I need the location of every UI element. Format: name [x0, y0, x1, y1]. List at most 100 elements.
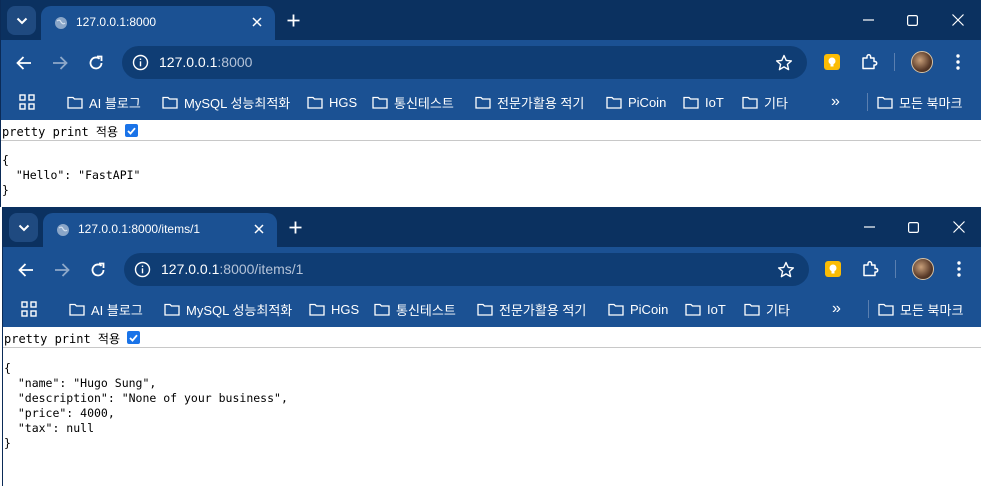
json-line: "Hello": "FastAPI" [2, 168, 141, 182]
json-response: { "Hello": "FastAPI"} [1, 141, 981, 198]
bookmark-label: PiCoin [628, 94, 667, 110]
bookmark-folder[interactable]: HGS [307, 93, 357, 111]
pretty-print-checkbox[interactable] [127, 331, 140, 344]
plus-icon [287, 14, 299, 26]
tab-close-button[interactable] [249, 14, 265, 30]
star-icon[interactable] [777, 261, 795, 279]
folder-icon [685, 303, 701, 316]
bookmark-folder[interactable]: IoT [683, 93, 724, 111]
json-line: "price": 4000, [4, 406, 115, 420]
reload-button[interactable] [85, 52, 107, 74]
json-line: { [4, 361, 11, 375]
address-bar[interactable]: 127.0.0.1:8000 [122, 46, 807, 79]
json-line: } [4, 436, 11, 450]
folder-icon [877, 96, 893, 109]
bookmarks-overflow-button[interactable]: » [831, 93, 840, 111]
navigation-toolbar: 127.0.0.1:8000/items/1 [3, 247, 981, 291]
minimize-button[interactable] [859, 217, 879, 237]
all-bookmarks-folder[interactable]: 모든 북마크 [878, 300, 963, 318]
maximize-button[interactable] [903, 217, 923, 237]
folder-icon [67, 96, 83, 109]
reload-icon [91, 262, 105, 277]
forward-button[interactable] [51, 259, 73, 281]
star-icon[interactable] [775, 54, 793, 72]
info-icon[interactable] [134, 261, 151, 278]
forward-button[interactable] [49, 52, 71, 74]
bookmarks-divider [868, 300, 869, 318]
bookmark-label: MySQL 성능최적화 [186, 302, 293, 318]
bookmark-folder[interactable]: 기타 [744, 300, 790, 318]
back-button[interactable] [15, 259, 37, 281]
more-vertical-icon [956, 54, 960, 70]
extensions-button[interactable] [859, 51, 879, 73]
close-window-button[interactable] [949, 217, 969, 237]
keep-extension-button[interactable] [823, 258, 843, 280]
bookmark-folder[interactable]: AI 블로그 [67, 93, 141, 111]
bookmark-folder[interactable]: 통신테스트 [374, 300, 456, 318]
bookmarks-overflow-button[interactable]: » [832, 300, 841, 318]
bookmark-label: 기타 [764, 95, 788, 111]
bookmark-folder[interactable]: PiCoin [608, 300, 668, 318]
tab-active[interactable]: 127.0.0.1:8000/items/1 [43, 213, 277, 247]
bookmark-label: 통신테스트 [396, 302, 456, 318]
new-tab-button[interactable] [286, 218, 304, 236]
keep-extension-button[interactable] [822, 51, 842, 73]
folder-icon [374, 303, 390, 316]
json-line: "description": "None of your business", [4, 391, 288, 405]
bookmark-label: 전문가활용 적기 [497, 95, 585, 111]
bookmark-label: AI 블로그 [89, 95, 141, 111]
tab-active[interactable]: 127.0.0.1:8000 [41, 6, 275, 40]
bookmark-folder[interactable]: 기타 [742, 93, 788, 111]
bookmark-folder[interactable]: IoT [685, 300, 726, 318]
chrome-menu-button[interactable] [948, 51, 968, 73]
bookmark-folder[interactable]: MySQL 성능최적화 [162, 93, 290, 111]
tab-search-button[interactable] [7, 6, 36, 35]
arrow-right-icon [53, 56, 68, 70]
json-line: "tax": null [4, 421, 95, 435]
all-bookmarks-folder[interactable]: 모든 북마크 [877, 93, 962, 111]
back-button[interactable] [13, 52, 35, 74]
toolbar-divider [894, 53, 895, 71]
folder-icon [309, 303, 325, 316]
profile-avatar[interactable] [911, 51, 933, 73]
extensions-button[interactable] [860, 258, 880, 280]
bookmark-folder[interactable]: PiCoin [606, 93, 666, 111]
tab-search-button[interactable] [9, 213, 38, 242]
apps-button[interactable] [21, 300, 37, 318]
bookmarks-divider [867, 93, 868, 111]
url-path: :8000 [217, 54, 253, 70]
bookmark-folder[interactable]: AI 블로그 [69, 300, 143, 318]
bookmark-label: IoT [705, 94, 724, 110]
folder-icon [608, 303, 624, 316]
toolbar-divider [895, 260, 896, 278]
folder-icon [744, 303, 760, 316]
bookmark-folder[interactable]: 전문가활용 적기 [477, 300, 586, 318]
bookmark-folder[interactable]: MySQL 성능최적화 [164, 300, 292, 318]
bookmarks-bar: AI 블로그 MySQL 성능최적화 HGS 통신테스트 전문가활용 적기 Pi… [3, 291, 981, 327]
globe-icon [57, 224, 69, 236]
maximize-button[interactable] [902, 10, 922, 30]
apps-button[interactable] [19, 93, 35, 111]
bookmark-label: HGS [329, 94, 358, 110]
address-bar[interactable]: 127.0.0.1:8000/items/1 [124, 253, 809, 286]
minimize-button[interactable] [858, 10, 878, 30]
url-text[interactable]: 127.0.0.1:8000/items/1 [161, 261, 303, 277]
checkmark-icon [127, 127, 136, 135]
lightbulb-icon [825, 261, 841, 277]
reload-button[interactable] [87, 259, 109, 281]
pretty-print-checkbox[interactable] [125, 124, 138, 137]
bookmark-folder[interactable]: 전문가활용 적기 [475, 93, 584, 111]
bookmark-label: IoT [707, 301, 726, 317]
info-icon[interactable] [132, 54, 149, 71]
new-tab-button[interactable] [284, 11, 302, 29]
tab-close-button[interactable] [251, 221, 267, 237]
profile-avatar[interactable] [912, 258, 934, 280]
close-window-button[interactable] [948, 10, 968, 30]
bookmark-folder[interactable]: 통신테스트 [372, 93, 454, 111]
bookmark-label: PiCoin [630, 301, 669, 317]
lightbulb-icon [824, 54, 840, 70]
url-text[interactable]: 127.0.0.1:8000 [159, 54, 252, 70]
bookmark-folder[interactable]: HGS [309, 300, 359, 318]
chrome-menu-button[interactable] [949, 258, 969, 280]
folder-icon [878, 303, 894, 316]
